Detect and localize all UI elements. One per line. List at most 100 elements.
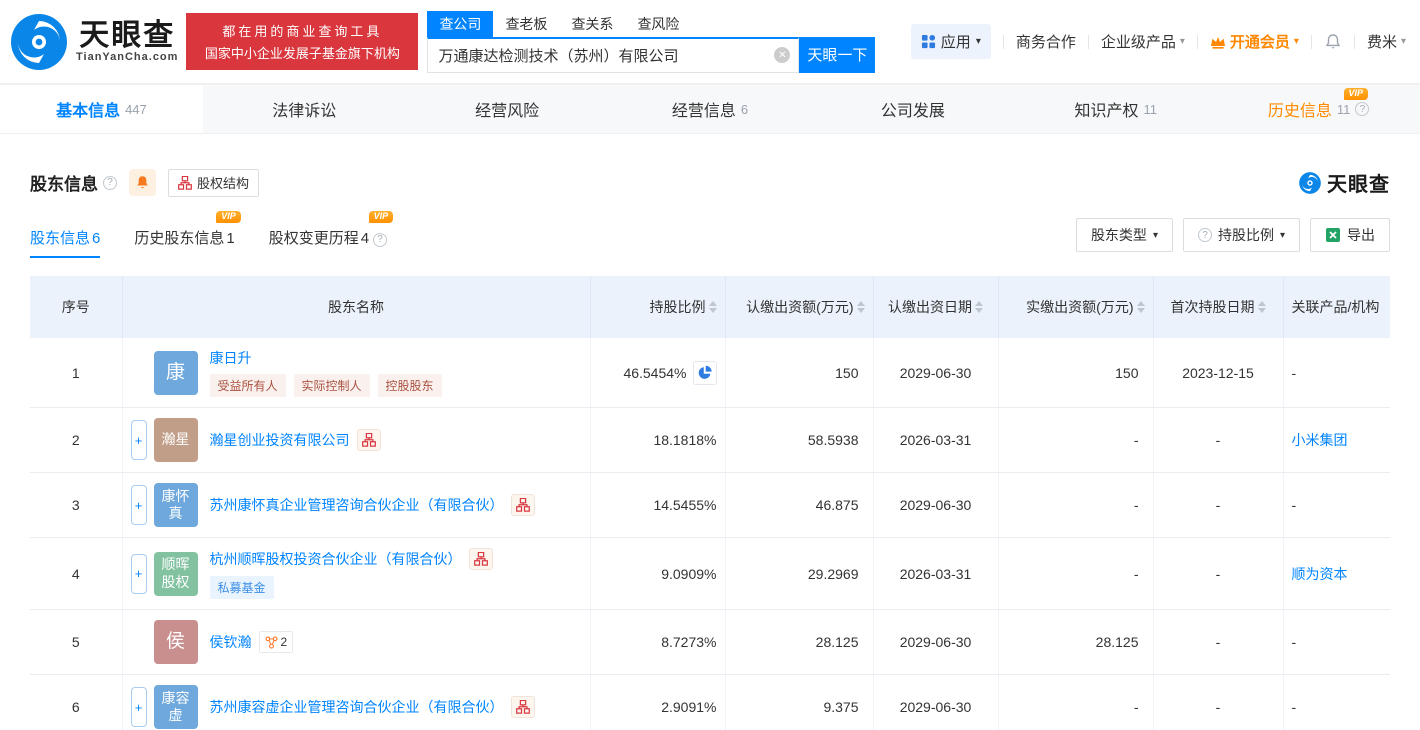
ratio-value: 9.0909% xyxy=(661,565,717,582)
table-row: 6 + 康容虚 苏州康容虚企业管理咨询合伙企业（有限合伙） 2.9091% 9.375 20… xyxy=(30,674,1390,730)
related-org-link[interactable]: 顺为资本 xyxy=(1292,566,1348,582)
tab-4[interactable]: 经营信息 6 xyxy=(609,85,812,133)
sort-desc-icon xyxy=(856,308,865,313)
sort-desc-icon xyxy=(1257,308,1266,313)
ratio-filter[interactable]: ? 持股比例 ▾ xyxy=(1182,218,1300,252)
tab-2[interactable]: 法律诉讼 xyxy=(203,85,406,133)
sort-desc-icon xyxy=(975,308,983,313)
export-button[interactable]: 导出 xyxy=(1310,218,1390,252)
related-org-link[interactable]: 小米集团 xyxy=(1292,432,1348,448)
cell-ratio: 2.9091% xyxy=(590,674,726,730)
name-line: 苏州康容虚企业管理咨询合伙企业（有限合伙） xyxy=(210,696,535,718)
subtab-1[interactable]: 股东信息 6 xyxy=(30,211,101,258)
logo-text: 天眼查 TianYanCha.com xyxy=(76,20,178,63)
column-header[interactable]: 认缴出资额(万元) xyxy=(725,276,874,338)
expand-row-button[interactable]: + xyxy=(130,420,147,460)
cell-subscribed-date: 2026-03-31 xyxy=(873,407,999,473)
expand-slot: + xyxy=(130,420,148,460)
apps-label: 应用 xyxy=(940,34,971,51)
search-button[interactable]: 天眼一下 xyxy=(799,36,876,73)
shareholder-name-link[interactable]: 侯钦瀚 xyxy=(210,632,252,652)
equity-structure-icon-button[interactable] xyxy=(510,494,535,516)
equity-structure-icon-button[interactable] xyxy=(356,429,381,451)
help-icon[interactable]: ? xyxy=(1355,102,1370,116)
ratio-value: 18.1818% xyxy=(653,432,717,448)
business-cooperation-link[interactable]: 商务合作 xyxy=(1016,31,1076,52)
shareholder-cell: + 康怀真 苏州康怀真企业管理咨询合伙企业（有限合伙） xyxy=(130,483,582,527)
search-input[interactable] xyxy=(428,46,799,64)
help-icon[interactable]: ? xyxy=(103,175,117,190)
column-header-label: 认缴出资日期 xyxy=(888,299,972,315)
search-area: 查公司查老板查关系查风险 ✕ 天眼一下 xyxy=(427,10,876,73)
apps-menu-button[interactable]: 应用 ▾ xyxy=(910,24,991,59)
search-tab-4[interactable]: 查风险 xyxy=(625,11,691,37)
sort-icon[interactable] xyxy=(1257,301,1266,313)
help-icon[interactable]: ? xyxy=(373,232,388,247)
shareholder-name-link[interactable]: 瀚星创业投资有限公司 xyxy=(210,430,350,450)
sort-desc-icon xyxy=(708,308,717,313)
ratio-value: 8.7273% xyxy=(661,634,717,650)
search-tab-3[interactable]: 查关系 xyxy=(559,11,625,37)
name-line: 侯钦瀚 2 xyxy=(210,631,294,653)
divider xyxy=(1087,34,1089,49)
shareholder-name-link[interactable]: 杭州顺晖股权投资合伙企业（有限合伙） xyxy=(210,549,462,569)
cell-related: 顺为资本 xyxy=(1283,537,1390,610)
open-vip-menu[interactable]: 开通会员 ▾ xyxy=(1210,31,1299,52)
related-companies-badge[interactable]: 2 xyxy=(258,631,294,653)
sort-icon[interactable] xyxy=(856,301,865,313)
cell-subscribed-amount: 46.875 xyxy=(725,472,874,538)
tab-3[interactable]: 经营风险 xyxy=(406,85,609,133)
cell-ratio: 8.7273% xyxy=(590,609,726,675)
vip-badge: VIP xyxy=(368,211,394,223)
tab-count: 6 xyxy=(740,101,749,117)
tab-label: 知识产权 xyxy=(1074,103,1139,120)
org-chart-icon xyxy=(178,175,192,190)
expand-row-button[interactable]: + xyxy=(130,553,147,594)
equity-structure-icon-button[interactable] xyxy=(510,696,535,718)
sort-icon[interactable] xyxy=(975,301,983,313)
tianyancha-logo[interactable]: 天眼查 TianYanCha.com xyxy=(8,11,178,73)
cell-shareholder: 侯侯钦瀚 2 xyxy=(122,609,591,675)
tab-count: 11 xyxy=(1336,101,1351,117)
column-header[interactable]: 实缴出资额(万元) xyxy=(998,276,1154,338)
shareholder-cell: + 瀚星 瀚星创业投资有限公司 xyxy=(130,418,582,462)
user-menu[interactable]: 费米 ▾ xyxy=(1367,31,1406,52)
tag-row: 受益所有人 实际控制人 控股股东 xyxy=(209,374,442,397)
equity-structure-button[interactable]: 股权结构 xyxy=(168,168,260,197)
sort-asc-icon xyxy=(975,301,983,306)
subscribe-bell-button[interactable] xyxy=(129,169,156,196)
pie-chart-icon xyxy=(698,365,712,379)
column-header-label: 序号 xyxy=(61,299,90,315)
shareholder-name-link[interactable]: 苏州康容虚企业管理咨询合伙企业（有限合伙） xyxy=(210,697,504,717)
expand-row-button[interactable]: + xyxy=(130,485,147,525)
column-header[interactable]: 认缴出资日期 xyxy=(873,276,999,338)
column-header[interactable]: 持股比例 xyxy=(590,276,726,338)
search-tab-1[interactable]: 查公司 xyxy=(427,10,494,37)
enterprise-products-menu[interactable]: 企业级产品 ▾ xyxy=(1101,31,1185,52)
tab-6[interactable]: 知识产权 11 xyxy=(1014,85,1217,133)
shareholder-name-link[interactable]: 苏州康怀真企业管理咨询合伙企业（有限合伙） xyxy=(210,495,504,515)
sort-icon[interactable] xyxy=(1136,301,1145,313)
subtab-2[interactable]: 历史股东信息 1 VIP xyxy=(134,211,241,258)
cell-paid-amount: - xyxy=(998,472,1154,538)
ratio-value: 46.5454% xyxy=(623,364,687,381)
subtab-3[interactable]: 股权变更历程 4 VIP? xyxy=(269,211,394,258)
cell-first-date: - xyxy=(1153,407,1284,473)
shareholder-type-filter[interactable]: 股东类型 ▾ xyxy=(1075,218,1173,252)
column-header[interactable]: 首次持股日期 xyxy=(1153,276,1284,338)
notifications-bell-button[interactable] xyxy=(1324,33,1342,51)
apps-grid-icon xyxy=(921,34,935,49)
sort-icon[interactable] xyxy=(708,301,717,313)
cell-paid-amount: - xyxy=(998,537,1154,610)
open-vip-label: 开通会员 xyxy=(1229,34,1290,51)
equity-structure-icon-button[interactable] xyxy=(468,548,493,570)
pie-chart-icon-button[interactable] xyxy=(692,360,717,385)
tab-7[interactable]: 历史信息 11? VIP xyxy=(1217,85,1420,133)
name-line: 苏州康怀真企业管理咨询合伙企业（有限合伙） xyxy=(210,494,535,516)
expand-row-button[interactable]: + xyxy=(130,687,147,727)
tab-5[interactable]: 公司发展 xyxy=(811,85,1014,133)
tab-1[interactable]: 基本信息 447 xyxy=(0,85,203,133)
shareholder-name-link[interactable]: 康日升 xyxy=(210,348,252,368)
search-tab-2[interactable]: 查老板 xyxy=(493,11,559,37)
ratio-filter-label: 持股比例 xyxy=(1217,227,1274,243)
